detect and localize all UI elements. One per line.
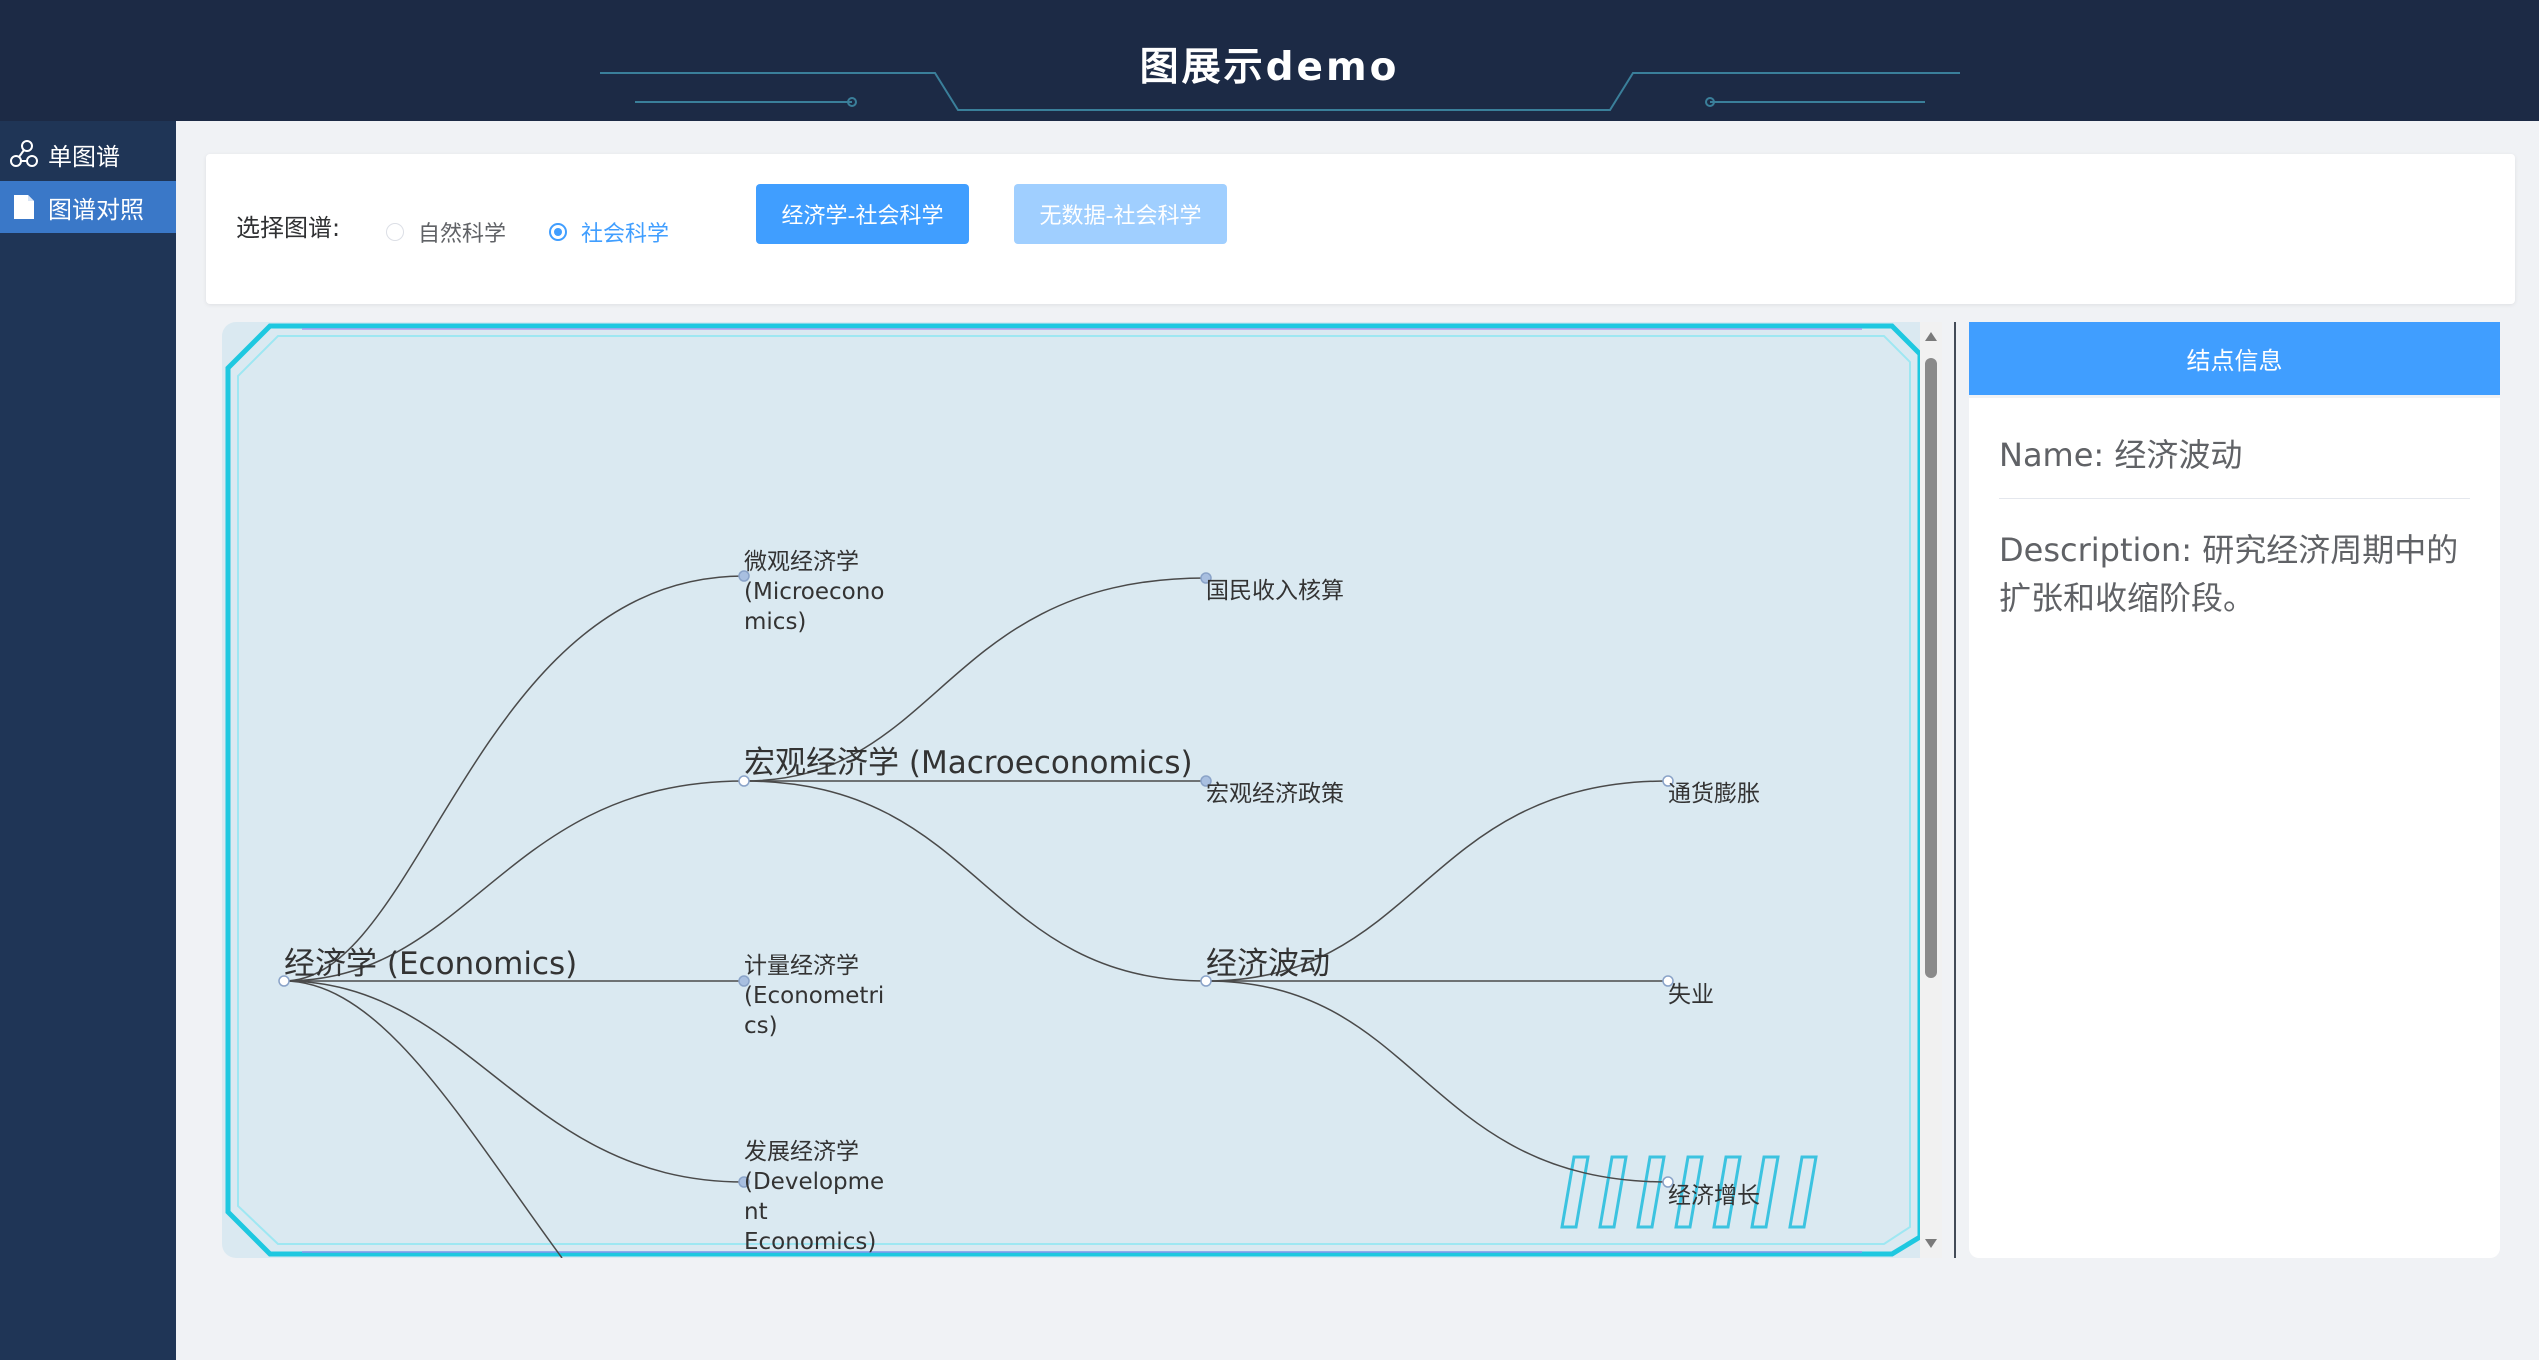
panel-divider — [1954, 322, 1956, 1258]
label-micro: 微观经济学 (Microecono mics) — [744, 549, 892, 635]
label-econometrics: 计量经济学 (Econometri cs) — [744, 953, 892, 1039]
radio-label: 社会科学 — [581, 222, 670, 247]
label-development: 发展经济学 (Developme nt Economics) — [744, 1139, 892, 1255]
sidebar-item-label: 图谱对照 — [48, 195, 144, 224]
label-root: 经济学 (Economics) — [284, 946, 577, 982]
scroll-down-arrow-icon[interactable] — [1925, 1239, 1937, 1248]
document-icon — [0, 193, 48, 221]
info-divider — [1999, 498, 2470, 499]
graph-selector-bar: 选择图谱: 自然科学 社会科学 经济学-社会科学 无数据-社会科学 — [206, 154, 2515, 304]
graph-scrollbar[interactable] — [1920, 322, 1942, 1258]
radio-circle — [549, 223, 567, 241]
select-graph-label: 选择图谱: — [236, 214, 341, 242]
label-national-income: 国民收入核算 — [1206, 578, 1344, 604]
label-macro-policy: 宏观经济政策 — [1206, 781, 1344, 807]
sidebar: 单图谱 图谱对照 — [0, 121, 176, 1360]
radio-social-science[interactable]: 社会科学 — [549, 216, 669, 248]
scroll-up-arrow-icon[interactable] — [1925, 332, 1937, 341]
tech-frame — [225, 323, 1923, 1257]
node-description: Description: 研究经济周期中的扩张和收缩阶段。 — [1999, 531, 2459, 617]
node-info-header: 结点信息 — [1969, 322, 2500, 395]
label-unemployment: 失业 — [1668, 982, 1714, 1008]
sidebar-item-graph-compare[interactable]: 图谱对照 — [0, 181, 176, 233]
graph-icon — [0, 139, 48, 169]
label-fluctuation: 经济波动 — [1206, 946, 1330, 982]
radio-circle — [386, 223, 404, 241]
app-title: 图展示demo — [1139, 45, 1400, 90]
edge-root-offscreen — [283, 980, 563, 1258]
no-data-social-science-button[interactable]: 无数据-社会科学 — [1014, 184, 1227, 244]
scroll-thumb[interactable] — [1925, 358, 1937, 978]
graph-canvas[interactable]: 经济学 (Economics) 微观经济学 (Microecono mics) … — [222, 322, 1940, 1258]
tree-labels: 经济学 (Economics) 微观经济学 (Microecono mics) … — [284, 549, 1760, 1255]
node-name: Name: 经济波动 — [1999, 436, 2243, 474]
node-info-panel: Name: 经济波动 Description: 研究经济周期中的扩张和收缩阶段。 — [1969, 398, 2500, 1258]
edge-fluctuation-growth — [1205, 980, 1669, 1183]
label-growth: 经济增长 — [1668, 1183, 1760, 1209]
label-macro: 宏观经济学 (Macroeconomics) — [744, 745, 1193, 781]
sidebar-item-single-graph[interactable]: 单图谱 — [0, 128, 176, 180]
economics-social-science-button[interactable]: 经济学-社会科学 — [756, 184, 969, 244]
sidebar-item-label: 单图谱 — [48, 142, 120, 171]
tree-graph[interactable]: 经济学 (Economics) 微观经济学 (Microecono mics) … — [222, 322, 1940, 1258]
radio-label: 自然科学 — [418, 222, 507, 247]
radio-natural-science[interactable]: 自然科学 — [386, 216, 506, 248]
edge-macro-fluctuation — [743, 780, 1207, 982]
tree-nodes[interactable] — [278, 570, 1674, 1188]
label-inflation: 通货膨胀 — [1668, 781, 1760, 807]
edge-root-micro — [283, 575, 745, 982]
tree-edges — [283, 575, 1669, 1258]
edge-root-development — [283, 980, 745, 1183]
app-header: 图展示demo — [0, 0, 2539, 121]
